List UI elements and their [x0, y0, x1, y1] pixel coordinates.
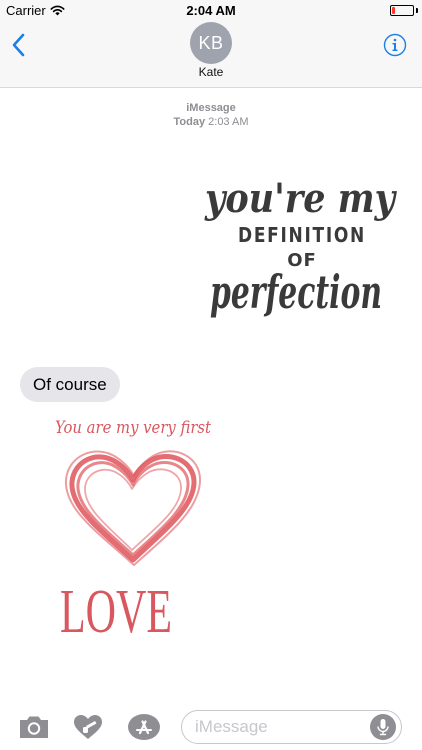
- app-store-icon: [128, 714, 160, 740]
- message-input[interactable]: [181, 710, 402, 744]
- microphone-button[interactable]: [370, 714, 396, 740]
- sticker-perfection[interactable]: you're my DEFINITION OF perfection: [196, 172, 404, 322]
- sticker-love-line-2: LOVE: [60, 578, 172, 642]
- battery-cap: [416, 8, 418, 13]
- chevron-left-icon: [12, 33, 25, 57]
- sticker-line-2: DEFINITION: [238, 223, 366, 247]
- status-time: 2:04 AM: [186, 3, 236, 18]
- info-icon: [383, 33, 407, 57]
- sticker-line-1: you're my: [204, 175, 397, 222]
- microphone-icon: [377, 719, 389, 736]
- sticker-love-line-1: You are my very first: [55, 418, 211, 438]
- battery-icon: [390, 5, 414, 16]
- input-bar: [0, 700, 422, 750]
- camera-button[interactable]: [17, 713, 51, 741]
- digital-touch-button[interactable]: [71, 713, 105, 741]
- back-button[interactable]: [8, 32, 32, 58]
- sticker-first-love[interactable]: You are my very first LOVE: [48, 410, 218, 642]
- battery-level: [392, 7, 395, 14]
- camera-icon: [20, 716, 48, 738]
- thread-header: iMessage Today 2:03 AM: [0, 101, 422, 129]
- contact-name[interactable]: Kate: [0, 65, 422, 79]
- info-button[interactable]: [383, 33, 407, 57]
- day-label: Today: [173, 116, 206, 128]
- digital-touch-icon: [74, 715, 102, 739]
- nav-bar: KB Kate: [0, 22, 422, 88]
- incoming-message-bubble[interactable]: Of course: [20, 367, 120, 402]
- heart-icon: [64, 450, 202, 566]
- service-label: iMessage: [186, 102, 236, 114]
- app-store-button[interactable]: [127, 713, 161, 741]
- contact-avatar[interactable]: KB: [190, 22, 232, 64]
- sticker-line-4: perfection: [210, 265, 382, 319]
- status-bar: Carrier 2:04 AM: [0, 0, 422, 22]
- time-label: 2:03 AM: [208, 116, 249, 128]
